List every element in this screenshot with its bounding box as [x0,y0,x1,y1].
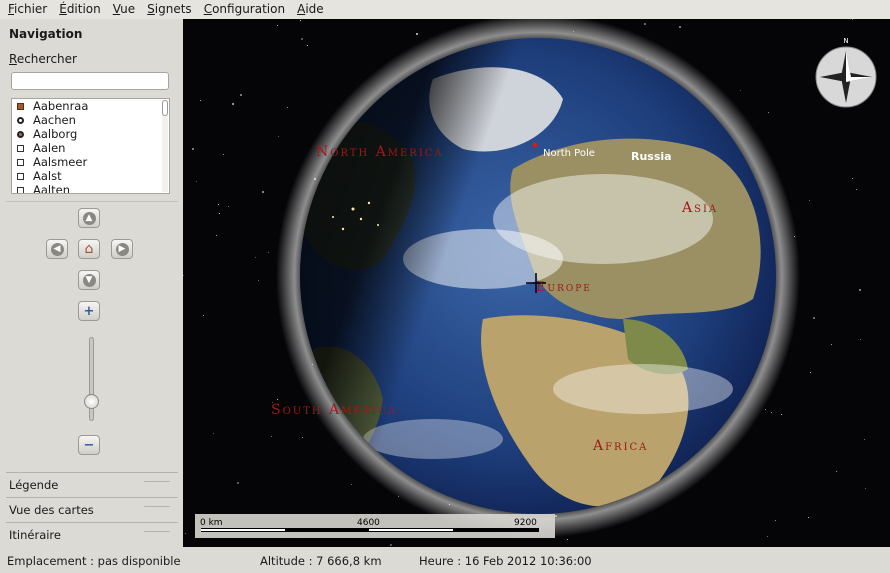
list-item[interactable]: Aabenraa [12,99,169,113]
home-icon: ⌂ [84,241,94,257]
list-item[interactable]: Aachen [12,113,169,127]
city-name: Aachen [33,113,76,127]
status-location: Emplacement : pas disponible [7,554,181,568]
panel-vue-des-cartes[interactable]: Vue des cartes [6,497,178,522]
city-marker-icon [17,144,24,152]
zoom-in-icon: + [83,303,95,319]
list-item[interactable]: Aalsmeer [12,155,169,169]
city-list[interactable]: Aabenraa Aachen Aalborg Aalen Aalsmeer A… [11,98,170,194]
zoom-out-icon: − [83,437,95,453]
label-north-pole: North Pole [543,148,595,159]
zoom-out-button[interactable]: − [78,435,100,455]
city-name: Aalst [33,169,62,183]
label-africa: Africa [592,438,648,454]
menu-aide[interactable]: Aide [291,0,330,19]
label-south-america: South America [271,402,397,418]
pan-down-button[interactable]: ▼ [78,270,100,290]
compass-north-label: N [843,37,848,45]
list-scroll-thumb[interactable] [162,100,168,116]
zoom-in-button[interactable]: + [78,301,100,321]
list-item[interactable]: Aalten [12,183,169,194]
city-name: Aabenraa [33,99,89,113]
city-marker-icon [17,116,24,124]
chevron-up-icon: ▲ [82,211,96,225]
compass-icon[interactable]: N [815,37,877,108]
menu-bar: Fichier Édition Vue Signets Configuratio… [0,0,890,19]
globe-view[interactable]: North America North Pole Russia Asia Eur… [183,19,890,547]
city-name: Aalsmeer [33,155,88,169]
scale-mid: 4600 [357,518,380,528]
city-marker-icon [17,172,24,180]
menu-vue[interactable]: Vue [107,0,141,19]
pan-up-button[interactable]: ▲ [78,208,100,228]
search-input[interactable] [11,72,169,90]
city-marker-icon [17,102,24,110]
panel-legende[interactable]: Légende [6,472,178,497]
list-item[interactable]: Aalst [12,169,169,183]
status-altitude: Altitude : 7 666,8 km [260,554,382,568]
status-time: Heure : 16 Feb 2012 10:36:00 [419,554,592,568]
navigation-sidebar: Navigation Rechercher Aabenraa Aachen Aa… [0,19,183,547]
navigation-title: Navigation [9,27,83,41]
city-name: Aalten [33,183,70,194]
search-label: Rechercher [9,52,77,66]
list-item[interactable]: Aalborg [12,127,169,141]
label-russia: Russia [631,150,672,163]
scale-start: 0 km [200,518,223,528]
city-name: Aalen [33,141,66,155]
list-item[interactable]: Aalen [12,141,169,155]
divider [6,201,178,202]
menu-edition[interactable]: Édition [53,0,107,19]
menu-signets[interactable]: Signets [141,0,198,19]
menu-configuration[interactable]: Configuration [198,0,291,19]
label-asia: Asia [681,200,718,216]
north-pole-marker [532,142,538,148]
pan-left-button[interactable]: ◀ [46,239,68,259]
panel-itineraire[interactable]: Itinéraire [6,522,178,547]
home-button[interactable]: ⌂ [78,239,100,259]
city-marker-icon [17,158,24,166]
status-bar: Emplacement : pas disponible Altitude : … [0,547,890,573]
zoom-slider-handle[interactable] [84,393,99,409]
menu-fichier[interactable]: Fichier [2,0,53,19]
globe-svg: North America North Pole Russia Asia Eur… [195,19,877,538]
label-north-america: North America [316,144,444,160]
chevron-left-icon: ◀ [50,242,64,256]
chevron-down-icon: ▼ [82,273,96,287]
city-marker-icon [17,186,24,193]
chevron-right-icon: ▶ [115,242,129,256]
scale-end: 9200 [514,518,537,528]
city-marker-icon [17,130,24,138]
city-name: Aalborg [33,127,78,141]
scale-bar: 0 km 4600 9200 [195,514,555,538]
pan-right-button[interactable]: ▶ [111,239,133,259]
